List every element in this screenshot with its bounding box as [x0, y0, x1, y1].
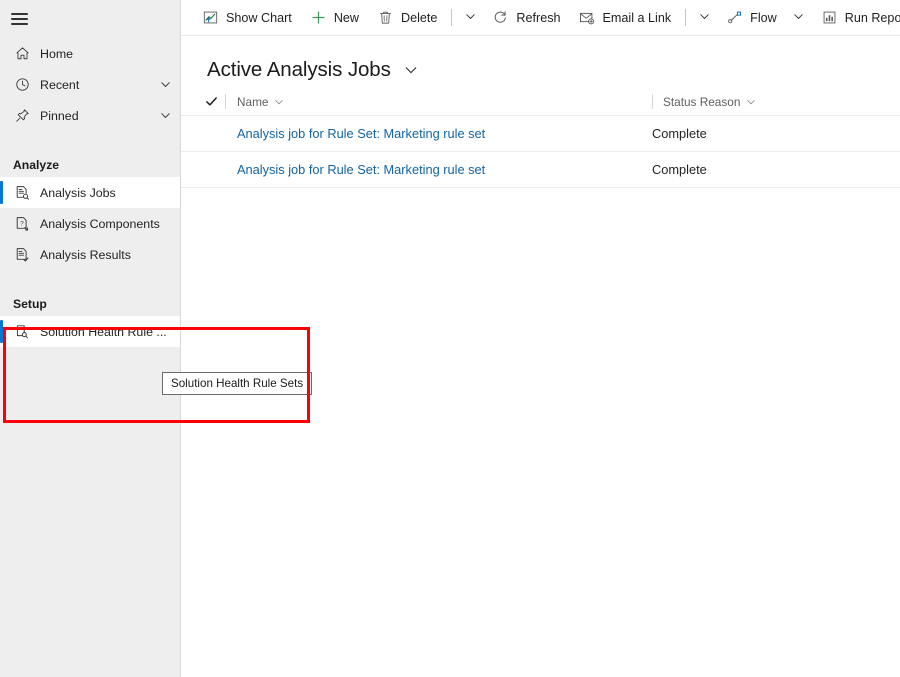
page-title: Active Analysis Jobs [207, 58, 391, 81]
chevron-down-icon[interactable] [154, 79, 176, 90]
sidebar-item-recent[interactable]: Recent [0, 69, 180, 100]
sidebar-item-label: Analysis Components [40, 216, 160, 231]
sidebar-item-pinned[interactable]: Pinned [0, 100, 180, 131]
hamburger-icon [11, 10, 28, 28]
sidebar-item-home[interactable]: Home [0, 38, 180, 69]
command-label: New [333, 10, 360, 25]
command-label: Flow [750, 10, 777, 25]
command-label: Show Chart [226, 10, 292, 25]
email-a-link-button[interactable]: Email a Link [570, 3, 681, 33]
chevron-down-icon [274, 97, 284, 107]
grid-header-divider [652, 94, 653, 109]
pin-icon [13, 107, 31, 125]
table-row[interactable]: Analysis job for Rule Set: Marketing rul… [181, 152, 900, 188]
command-toolbar: Show Chart New Delete Refresh Email a Li… [181, 0, 900, 35]
column-header-label: Name [237, 94, 269, 109]
sidebar-item-analysis-components[interactable]: ? Analysis Components [0, 208, 180, 239]
chevron-down-icon[interactable] [154, 110, 176, 121]
delete-overflow-chevron[interactable] [457, 3, 483, 33]
tooltip: Solution Health Rule Sets [162, 372, 313, 395]
command-label: Delete [401, 10, 438, 25]
command-label: Run Report [844, 10, 900, 25]
chevron-down-icon [793, 9, 804, 27]
new-button[interactable]: New [301, 3, 368, 33]
sidebar-item-label: Solution Health Rule ... [40, 324, 167, 339]
sidebar-item-label: Analysis Results [40, 247, 131, 262]
tooltip-text: Solution Health Rule Sets [171, 377, 304, 390]
grid-header-divider [225, 94, 226, 109]
home-icon [13, 45, 31, 63]
delete-button[interactable]: Delete [368, 3, 446, 33]
chevron-down-icon [699, 9, 710, 27]
refresh-icon [492, 9, 509, 26]
toolbar-divider [451, 9, 453, 26]
sidebar-item-label: Analysis Jobs [40, 185, 116, 200]
grid-header-row: Name Status Reason [181, 88, 900, 116]
sidebar-item-analysis-results[interactable]: Analysis Results [0, 239, 180, 270]
svg-text:?: ? [20, 220, 24, 227]
report-icon [821, 9, 838, 26]
row-name-link[interactable]: Analysis job for Rule Set: Marketing rul… [237, 162, 652, 177]
column-header-label: Status Reason [663, 94, 741, 109]
sidebar-group-setup-title: Setup [13, 297, 47, 311]
row-status-reason: Complete [652, 126, 707, 141]
view-header: Active Analysis Jobs [181, 36, 900, 88]
sidebar: Home Recent Pinned Analyze Analysis Jobs… [0, 0, 181, 677]
row-status-reason: Complete [652, 162, 707, 177]
flow-button[interactable]: Flow [717, 3, 786, 33]
document-magnifier-icon [13, 323, 31, 341]
data-grid: Name Status Reason Analysis job for Rule… [181, 88, 900, 188]
sidebar-group-analyze-title: Analyze [13, 158, 60, 172]
main-content: Active Analysis Jobs Name Status Reason … [181, 35, 900, 677]
command-label: Email a Link [602, 10, 672, 25]
view-selector-chevron-down-icon[interactable] [404, 63, 418, 77]
chevron-down-icon [746, 97, 756, 107]
email-link-icon [579, 9, 596, 26]
command-label: Refresh [516, 10, 561, 25]
row-name-link[interactable]: Analysis job for Rule Set: Marketing rul… [237, 126, 652, 141]
flow-icon [726, 9, 743, 26]
column-header-name[interactable]: Name [237, 95, 652, 109]
table-row[interactable]: Analysis job for Rule Set: Marketing rul… [181, 116, 900, 152]
run-report-button[interactable]: Run Report [812, 3, 900, 33]
column-header-status-reason[interactable]: Status Reason [663, 95, 756, 109]
toolbar-divider [685, 9, 687, 26]
sidebar-item-solution-health-rule-sets[interactable]: Solution Health Rule ... [0, 316, 180, 347]
clock-icon [13, 76, 31, 94]
sidebar-item-label: Home [40, 46, 74, 61]
plus-icon [310, 9, 327, 26]
document-question-icon: ? [13, 215, 31, 233]
refresh-button[interactable]: Refresh [483, 3, 569, 33]
email-overflow-chevron[interactable] [691, 3, 717, 33]
app-window: Home Recent Pinned Analyze Analysis Jobs… [0, 0, 900, 677]
show-chart-button[interactable]: Show Chart [193, 3, 301, 33]
chart-icon [202, 9, 219, 26]
trash-icon [377, 9, 394, 26]
select-all-checkmark-icon[interactable] [205, 95, 225, 108]
hamburger-menu-button[interactable] [0, 0, 181, 38]
sidebar-item-analysis-jobs[interactable]: Analysis Jobs [0, 177, 180, 208]
document-search-icon [13, 184, 31, 202]
sidebar-item-label: Recent [40, 77, 80, 92]
sidebar-item-label: Pinned [40, 108, 79, 123]
document-check-icon [13, 246, 31, 264]
chevron-down-icon [465, 9, 476, 27]
flow-overflow-chevron[interactable] [786, 3, 812, 33]
